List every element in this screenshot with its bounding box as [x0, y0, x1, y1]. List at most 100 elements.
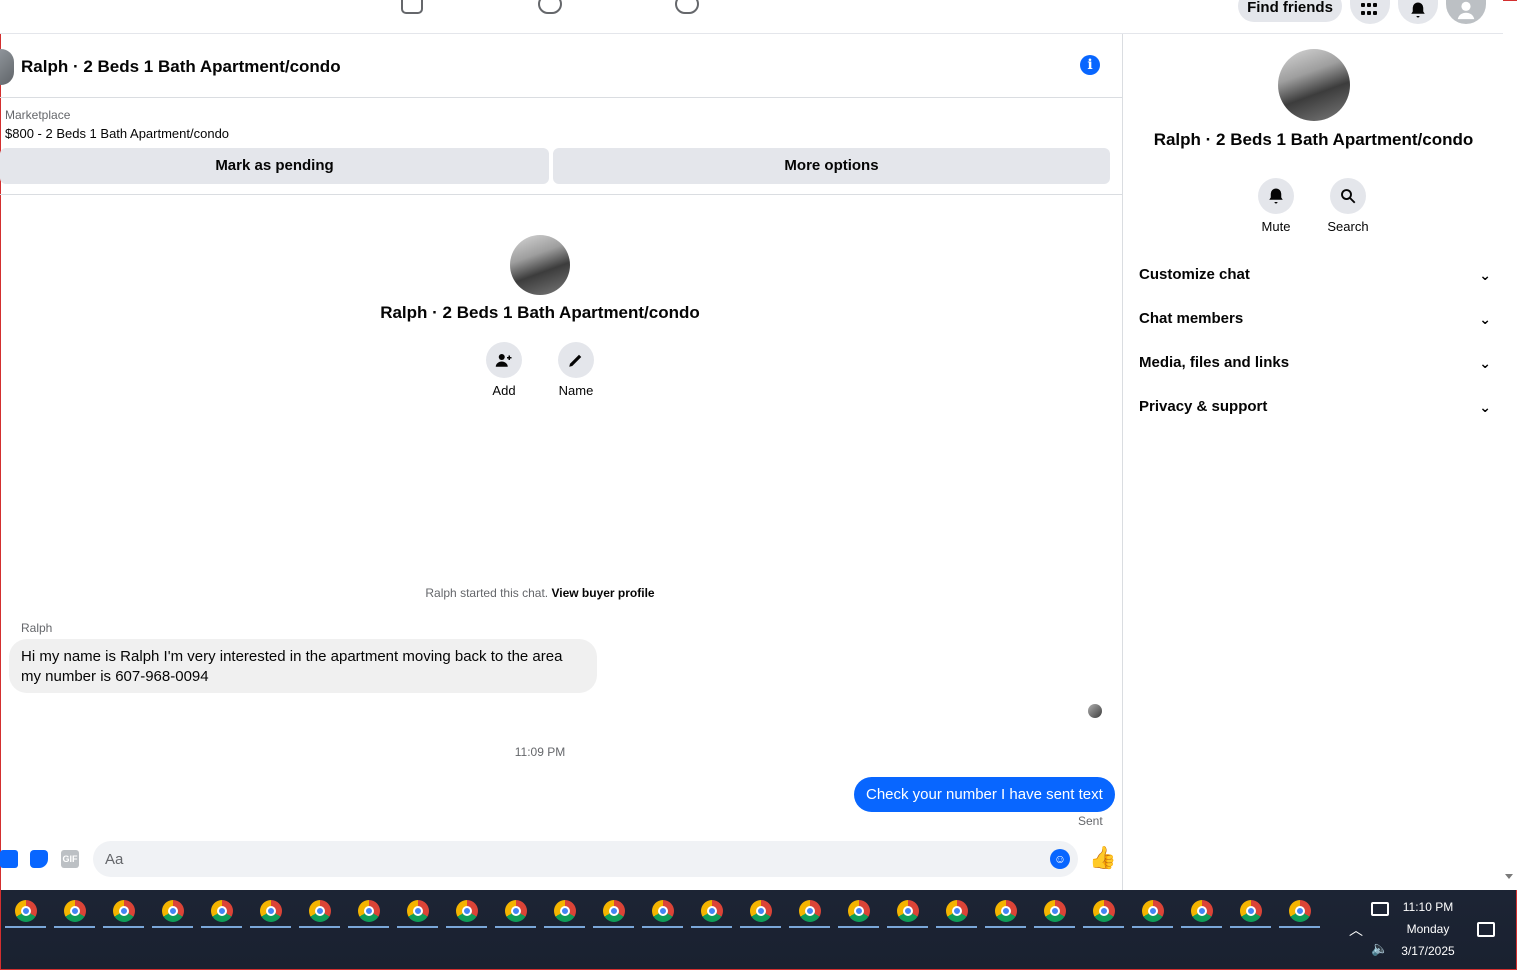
- clock-date[interactable]: 3/17/2025: [1389, 944, 1467, 958]
- top-navigation: Find friends: [0, 0, 1503, 34]
- name-label: Name: [558, 383, 594, 398]
- incoming-message[interactable]: Hi my name is Ralph I'm very interested …: [9, 639, 597, 693]
- mark-as-pending-button[interactable]: Mark as pending: [0, 148, 549, 184]
- info-icon[interactable]: i: [1080, 55, 1100, 75]
- search-button[interactable]: Search: [1318, 178, 1378, 234]
- chrome-icon: [64, 900, 86, 922]
- chat-info-panel: Ralph · 2 Beds 1 Bath Apartment/condo Mu…: [1122, 34, 1503, 890]
- active-indicator: [593, 926, 634, 928]
- chrome-icon: [162, 900, 184, 922]
- add-label: Add: [492, 383, 516, 398]
- chrome-taskbar-app[interactable]: [736, 890, 785, 930]
- customize-chat-row[interactable]: Customize chat ⌄: [1139, 260, 1491, 290]
- chevron-down-icon: ⌄: [1479, 267, 1491, 283]
- chrome-taskbar-app[interactable]: [1, 890, 50, 930]
- active-indicator: [985, 926, 1026, 928]
- sticker-icon[interactable]: [30, 850, 48, 868]
- active-indicator: [1279, 926, 1320, 928]
- view-buyer-profile-link[interactable]: View buyer profile: [551, 586, 654, 600]
- chrome-taskbar-app[interactable]: [344, 890, 393, 930]
- chrome-icon: [407, 900, 429, 922]
- marketplace-bar: Marketplace $800 - 2 Beds 1 Bath Apartme…: [0, 98, 1122, 195]
- chrome-taskbar-app[interactable]: [834, 890, 883, 930]
- chrome-icon: [946, 900, 968, 922]
- chrome-taskbar-app[interactable]: [246, 890, 295, 930]
- chrome-taskbar-app[interactable]: [638, 890, 687, 930]
- volume-icon[interactable]: 🔈: [1371, 940, 1388, 957]
- seen-avatar: [1088, 704, 1102, 718]
- add-button[interactable]: Add: [474, 342, 534, 398]
- scroll-down-arrow[interactable]: [1505, 874, 1513, 879]
- chrome-taskbar-app[interactable]: [1128, 890, 1177, 930]
- chat-started-notice: Ralph started this chat. View buyer prof…: [0, 586, 1080, 600]
- more-options-button[interactable]: More options: [553, 148, 1110, 184]
- chrome-taskbar-app[interactable]: [932, 890, 981, 930]
- windows-taskbar: ︿ 🔈 11:10 PM Monday 3/17/2025: [0, 890, 1517, 970]
- show-hidden-icons-icon[interactable]: ︿: [1349, 920, 1363, 940]
- chrome-icon: [1240, 900, 1262, 922]
- friends-icon[interactable]: [538, 0, 562, 14]
- chrome-taskbar-app[interactable]: [393, 890, 442, 930]
- chrome-taskbar-app[interactable]: [1079, 890, 1128, 930]
- chrome-taskbar-app[interactable]: [589, 890, 638, 930]
- header-avatar[interactable]: [0, 49, 14, 85]
- marketplace-icon[interactable]: [401, 0, 423, 14]
- chat-members-row[interactable]: Chat members ⌄: [1139, 304, 1491, 334]
- chrome-taskbar-app[interactable]: [1030, 890, 1079, 930]
- listing-info[interactable]: $800 - 2 Beds 1 Bath Apartment/condo: [5, 126, 229, 141]
- notifications-button[interactable]: [1398, 0, 1438, 24]
- gif-icon[interactable]: GIF: [61, 850, 79, 868]
- chrome-icon: [211, 900, 233, 922]
- profile-button[interactable]: [1446, 0, 1486, 24]
- chrome-taskbar-app[interactable]: [50, 890, 99, 930]
- outgoing-message[interactable]: Check your number I have sent text: [854, 777, 1115, 812]
- groups-icon[interactable]: [675, 0, 699, 14]
- active-indicator: [691, 926, 732, 928]
- active-indicator: [201, 926, 242, 928]
- menu-button[interactable]: [1350, 0, 1390, 24]
- scrollbar[interactable]: [1503, 34, 1517, 890]
- chrome-taskbar-app[interactable]: [540, 890, 589, 930]
- active-indicator: [642, 926, 683, 928]
- clock-day[interactable]: Monday: [1389, 922, 1467, 936]
- name-button[interactable]: Name: [546, 342, 606, 398]
- chrome-icon: [1044, 900, 1066, 922]
- chrome-taskbar-app[interactable]: [197, 890, 246, 930]
- chrome-taskbar-app[interactable]: [295, 890, 344, 930]
- clock-time[interactable]: 11:10 PM: [1389, 900, 1467, 914]
- privacy-support-row[interactable]: Privacy & support ⌄: [1139, 392, 1491, 422]
- active-indicator: [299, 926, 340, 928]
- find-friends-button[interactable]: Find friends: [1238, 0, 1342, 22]
- chrome-taskbar-app[interactable]: [442, 890, 491, 930]
- notifications-icon[interactable]: [1477, 922, 1495, 937]
- chrome-taskbar-app[interactable]: [1226, 890, 1275, 930]
- chrome-icon: [260, 900, 282, 922]
- chat-avatar: [510, 235, 570, 295]
- chrome-icon: [750, 900, 772, 922]
- chrome-taskbar-app[interactable]: [883, 890, 932, 930]
- message-input[interactable]: [93, 841, 1078, 877]
- mute-button[interactable]: Mute: [1246, 178, 1306, 234]
- active-indicator: [348, 926, 389, 928]
- network-icon[interactable]: [1371, 902, 1389, 916]
- search-label: Search: [1327, 219, 1369, 234]
- avatar-icon: [1457, 1, 1475, 20]
- active-indicator: [397, 926, 438, 928]
- taskbar-apps: [1, 890, 1324, 934]
- chrome-taskbar-app[interactable]: [785, 890, 834, 930]
- bell-icon: [1269, 188, 1283, 204]
- chrome-taskbar-app[interactable]: [148, 890, 197, 930]
- chat-title[interactable]: Ralph · 2 Beds 1 Bath Apartment/condo: [21, 57, 341, 77]
- photo-icon[interactable]: [0, 850, 18, 868]
- chrome-taskbar-app[interactable]: [1275, 890, 1324, 930]
- chrome-taskbar-app[interactable]: [491, 890, 540, 930]
- active-indicator: [789, 926, 830, 928]
- chrome-taskbar-app[interactable]: [687, 890, 736, 930]
- emoji-icon[interactable]: ☺: [1050, 849, 1070, 869]
- chrome-taskbar-app[interactable]: [1177, 890, 1226, 930]
- chrome-taskbar-app[interactable]: [99, 890, 148, 930]
- thumbs-up-icon[interactable]: 👍: [1089, 846, 1116, 870]
- media-files-links-row[interactable]: Media, files and links ⌄: [1139, 348, 1491, 378]
- chrome-taskbar-app[interactable]: [981, 890, 1030, 930]
- active-indicator: [1230, 926, 1271, 928]
